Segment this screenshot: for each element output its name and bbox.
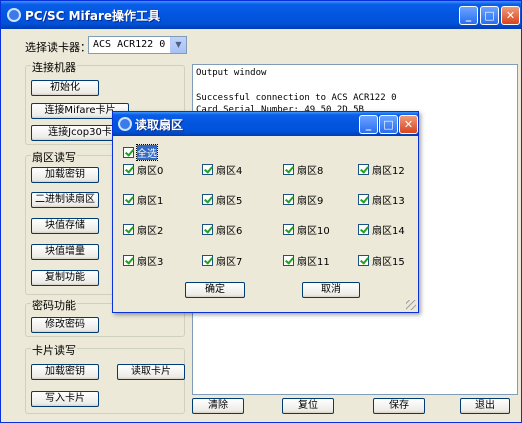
checkmark-icon (283, 255, 294, 266)
sector-label: 扇区6 (216, 226, 243, 237)
sector-label: 扇区15 (372, 257, 405, 268)
write-card-button[interactable]: 写入卡片 (31, 391, 99, 407)
dialog-title-bar[interactable]: 读取扇区 _ □ ✕ (113, 112, 418, 136)
close-icon[interactable]: ✕ (399, 115, 418, 134)
checkmark-icon (358, 194, 369, 205)
sector-checkbox-12[interactable]: 扇区12 (358, 162, 405, 177)
title-bar[interactable]: PC/SC Mifare操作工具 _ □ ✕ (1, 1, 521, 29)
minimize-icon[interactable]: _ (459, 6, 478, 25)
sector-label: 扇区8 (297, 166, 324, 177)
maximize-icon[interactable]: □ (379, 115, 398, 134)
sector-checkbox-13[interactable]: 扇区13 (358, 192, 405, 207)
select-all-checkbox[interactable]: 全选 (123, 144, 158, 161)
checkmark-icon (358, 224, 369, 235)
read-card-button[interactable]: 读取卡片 (117, 364, 185, 380)
sector-checkbox-8[interactable]: 扇区8 (283, 162, 323, 177)
resize-grip-icon[interactable] (406, 300, 416, 310)
checkmark-icon (283, 194, 294, 205)
checkmark-icon (123, 255, 134, 266)
load-key-button[interactable]: 加载密钥 (31, 167, 99, 183)
checkmark-icon (123, 194, 134, 205)
ok-button[interactable]: 确定 (185, 282, 245, 298)
dialog-title: 读取扇区 (135, 118, 184, 132)
card-load-key-button[interactable]: 加载密钥 (31, 364, 99, 380)
checkmark-icon (202, 224, 213, 235)
sector-checkbox-0[interactable]: 扇区0 (123, 162, 163, 177)
maximize-icon[interactable]: □ (480, 6, 499, 25)
output-line: Successful connection to ACS ACR122 0 (196, 93, 397, 103)
init-button[interactable]: 初始化 (31, 80, 99, 96)
output-line: Output window (196, 68, 267, 78)
binary-read-button[interactable]: 二进制读扇区 (31, 192, 99, 208)
sector-checkbox-11[interactable]: 扇区11 (283, 253, 330, 268)
sector-label: 扇区12 (372, 166, 405, 177)
sector-label: 扇区9 (297, 196, 324, 207)
dropdown-arrow-icon[interactable]: ▼ (170, 37, 186, 53)
sector-label: 扇区7 (216, 257, 243, 268)
reader-select[interactable]: ACS ACR122 0 ▼ (88, 36, 187, 54)
checkmark-icon (123, 164, 134, 175)
sector-label: 扇区5 (216, 196, 243, 207)
sector-label: 扇区1 (137, 196, 164, 207)
sector-label: 扇区13 (372, 196, 405, 207)
read-sector-dialog: 读取扇区 _ □ ✕ 全选 扇区0 扇区1 扇区2 扇区3 扇区4 扇区5 扇区6 扇区7 扇区… (112, 111, 419, 313)
sector-label: 扇区0 (137, 166, 164, 177)
dialog-app-icon (118, 117, 132, 131)
select-all-label: 全选 (136, 144, 158, 161)
reader-label: 选择读卡器： (25, 41, 91, 54)
checkmark-icon (202, 164, 213, 175)
sector-checkbox-5[interactable]: 扇区5 (202, 192, 242, 207)
app-icon (7, 8, 21, 22)
group-password-title: 密码功能 (31, 297, 77, 313)
value-store-button[interactable]: 块值存储 (31, 218, 99, 234)
clear-button[interactable]: 清除 (192, 398, 244, 414)
sector-checkbox-7[interactable]: 扇区7 (202, 253, 242, 268)
checkmark-icon (358, 255, 369, 266)
checkmark-icon (283, 224, 294, 235)
checkmark-icon (283, 164, 294, 175)
window-title: PC/SC Mifare操作工具 (25, 9, 161, 23)
group-connect-title: 连接机器 (31, 59, 77, 75)
close-icon[interactable]: ✕ (501, 6, 520, 25)
sector-checkbox-9[interactable]: 扇区9 (283, 192, 323, 207)
value-increment-button[interactable]: 块值增量 (31, 244, 99, 260)
checkmark-icon (123, 147, 134, 158)
copy-button[interactable]: 复制功能 (31, 270, 99, 286)
sector-label: 扇区14 (372, 226, 405, 237)
reset-button[interactable]: 复位 (282, 398, 334, 414)
checkmark-icon (202, 255, 213, 266)
sector-checkbox-1[interactable]: 扇区1 (123, 192, 163, 207)
checkmark-icon (358, 164, 369, 175)
sector-label: 扇区4 (216, 166, 243, 177)
sector-checkbox-4[interactable]: 扇区4 (202, 162, 242, 177)
change-password-button[interactable]: 修改密码 (31, 317, 99, 333)
sector-checkbox-10[interactable]: 扇区10 (283, 222, 330, 237)
sector-checkbox-3[interactable]: 扇区3 (123, 253, 163, 268)
reader-value: ACS ACR122 0 (93, 39, 166, 50)
save-button[interactable]: 保存 (373, 398, 425, 414)
checkmark-icon (123, 224, 134, 235)
sector-label: 扇区11 (297, 257, 330, 268)
sector-checkbox-2[interactable]: 扇区2 (123, 222, 163, 237)
group-sector-title: 扇区读写 (31, 149, 77, 165)
cancel-button[interactable]: 取消 (302, 282, 360, 298)
sector-checkbox-6[interactable]: 扇区6 (202, 222, 242, 237)
sector-checkbox-15[interactable]: 扇区15 (358, 253, 405, 268)
sector-checkbox-14[interactable]: 扇区14 (358, 222, 405, 237)
checkmark-icon (202, 194, 213, 205)
exit-button[interactable]: 退出 (460, 398, 510, 414)
sector-label: 扇区3 (137, 257, 164, 268)
minimize-icon[interactable]: _ (359, 115, 378, 134)
sector-label: 扇区2 (137, 226, 164, 237)
sector-label: 扇区10 (297, 226, 330, 237)
group-card-title: 卡片读写 (31, 342, 77, 358)
